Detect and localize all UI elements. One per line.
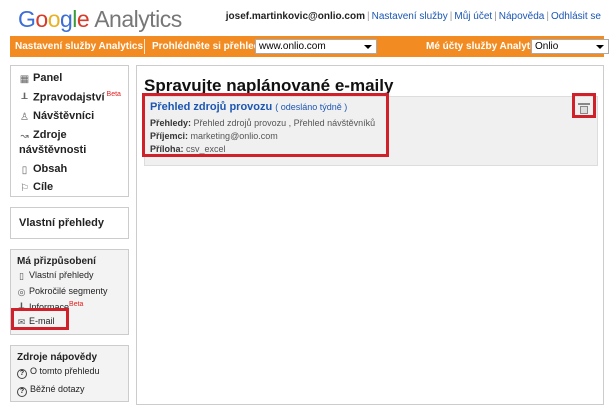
about-report-link[interactable]: ? O tomto přehledu: [17, 366, 100, 379]
sidebar-item-label: Obsah: [33, 163, 68, 175]
account-select[interactable]: Onlio: [531, 39, 609, 54]
report-icon: ▯: [19, 271, 24, 281]
question-icon: ?: [17, 369, 27, 379]
highlight-box: [142, 93, 389, 157]
logo-letter: G: [18, 6, 36, 32]
sidebar-nav: ▦ Panel ┸ Zpravodajství Beta ♙ Návštěvníci ↝…: [10, 65, 129, 197]
sidebar-item-label: Cíle: [33, 181, 54, 193]
segment-icon: ◎: [17, 287, 26, 297]
help-item-label: O tomto přehledu: [30, 366, 100, 376]
highlight-box: [572, 93, 596, 118]
sidebar-item-label: Zdroje: [33, 129, 67, 141]
sidebar-item-goals[interactable]: ⚐ Cíle: [19, 181, 53, 194]
profile-select-value: www.onlio.com: [259, 41, 326, 52]
service-settings-link[interactable]: Nastavení služby: [372, 11, 448, 22]
logo-product-name: Analytics: [94, 6, 182, 32]
sidebar-item-traffic-sources[interactable]: ↝ Zdroje: [19, 129, 67, 142]
faq-link[interactable]: ? Běžné dotazy: [17, 384, 85, 397]
sign-out-link[interactable]: Odhlásit se: [551, 11, 601, 22]
custom-item-label: Pokročilé segmenty: [29, 286, 108, 296]
help-item-label: Běžné dotazy: [30, 384, 85, 394]
sidebar-item-label: Zpravodajství: [33, 91, 105, 104]
user-email: josef.martinkovic@onlio.com: [225, 11, 365, 22]
logo-letter: e: [76, 6, 90, 32]
sidebar-item-traffic-sources-line2[interactable]: návštěvnosti: [19, 144, 86, 156]
flag-icon: ⚐: [20, 183, 29, 194]
logo-letter: o: [47, 6, 61, 32]
analytics-settings-link[interactable]: Nastavení služby Analytics: [15, 41, 143, 52]
browse-reports-label: Prohlédněte si přehledy:: [152, 41, 269, 52]
sidebar-item-panel[interactable]: ▦ Panel: [19, 72, 63, 85]
sidebar-item-reporting[interactable]: ┸ Zpravodajství Beta: [19, 91, 121, 105]
top-toolbar: Nastavení služby Analytics Prohlédněte s…: [10, 36, 609, 57]
highlight-box: [11, 308, 69, 330]
beta-badge: Beta: [106, 91, 121, 98]
custom-item-label: Vlastní přehledy: [29, 270, 94, 280]
logo-letter: o: [35, 6, 48, 32]
logo-letter: g: [59, 6, 73, 32]
custom-reports-box: Vlastní přehledy: [10, 207, 129, 239]
advanced-segments-item[interactable]: ◎ Pokročilé segmenty: [17, 286, 108, 297]
chevron-down-icon: [364, 45, 372, 49]
question-icon: ?: [17, 387, 27, 397]
visitor-icon: ♙: [20, 112, 29, 123]
sidebar-item-label: Návštěvníci: [33, 110, 95, 122]
sidebar-item-label: návštěvnosti: [19, 144, 87, 156]
customization-title: Má přizpůsobení: [17, 256, 96, 267]
content-icon: ▯: [21, 165, 28, 176]
help-resources-box: Zdroje nápovědy ? O tomto přehledu ? Běžné…: [10, 345, 129, 402]
beta-badge: Beta: [69, 301, 84, 308]
custom-reports-item[interactable]: ▯ Vlastní přehledy: [17, 270, 94, 281]
sidebar-item-visitors[interactable]: ♙ Návštěvníci: [19, 110, 94, 123]
traffic-sources-icon: ↝: [20, 131, 29, 142]
dashboard-icon: ▦: [19, 74, 30, 85]
sidebar-item-label: Panel: [33, 72, 63, 84]
bar-chart-icon: ┸: [21, 93, 28, 105]
my-account-link[interactable]: Můj účet: [454, 11, 492, 22]
help-resources-title: Zdroje nápovědy: [17, 352, 98, 363]
sidebar-item-content[interactable]: ▯ Obsah: [19, 163, 68, 176]
accounts-label: Mé účty služby Analytics:: [426, 41, 548, 52]
custom-reports-link[interactable]: Vlastní přehledy: [19, 217, 104, 229]
google-analytics-logo[interactable]: Google Analytics: [18, 6, 182, 36]
toolbar-divider: [144, 39, 145, 54]
profile-select[interactable]: www.onlio.com: [255, 39, 377, 54]
chevron-down-icon: [596, 45, 604, 49]
account-select-value: Onlio: [535, 41, 559, 52]
help-link[interactable]: Nápověda: [499, 11, 545, 22]
user-bar: josef.martinkovic@onlio.com | Nastavení sl…: [225, 11, 601, 22]
